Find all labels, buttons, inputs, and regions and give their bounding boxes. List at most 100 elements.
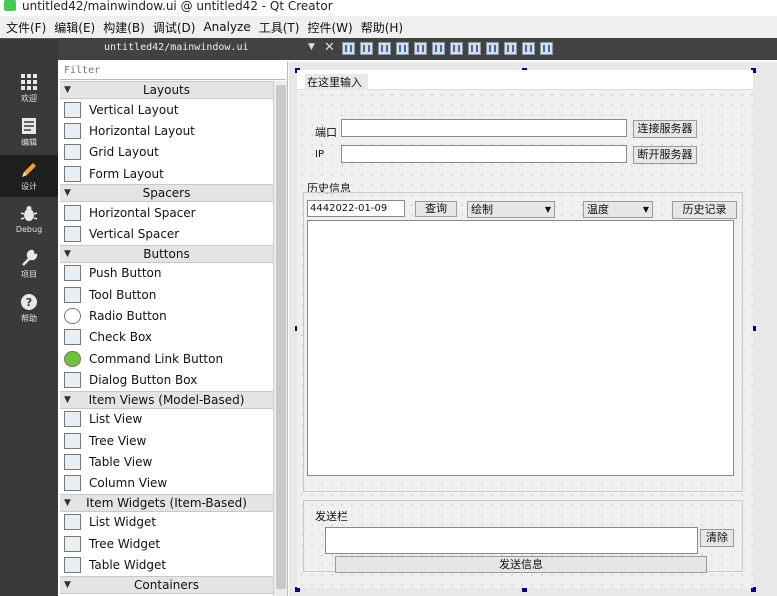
widget-label: Dialog Button Box — [89, 372, 198, 387]
wrench-icon — [22, 249, 38, 266]
mode-edit[interactable]: 编辑 — [0, 111, 58, 153]
layout-h-splitter-icon[interactable] — [450, 42, 463, 55]
menu-build[interactable]: 构建(B) — [101, 19, 151, 36]
menu-analyze[interactable]: Analyze — [201, 20, 256, 34]
menu-edit[interactable]: 编辑(E) — [52, 19, 101, 36]
mode-help-label: 帮助 — [21, 314, 37, 323]
mode-design[interactable]: 设计 — [0, 155, 58, 197]
widget-label: Push Button — [89, 266, 162, 281]
menu-file[interactable]: 文件(F) — [4, 19, 52, 36]
widget-table-widget[interactable]: Table Widget — [60, 554, 273, 575]
widget-list-view[interactable]: List View — [60, 409, 273, 430]
send-text-input[interactable] — [325, 527, 698, 554]
chevron-down-icon: ▼ — [642, 205, 649, 214]
close-icon[interactable]: ✕ — [324, 40, 335, 55]
widget-label: Column View — [89, 476, 168, 491]
menu-tools[interactable]: 工具(T) — [257, 19, 306, 36]
ip-input[interactable] — [341, 145, 627, 163]
menu-widgets[interactable]: 控件(W) — [305, 19, 358, 36]
send-group-title: 发送栏 — [315, 510, 348, 523]
widget-check-box[interactable]: Check Box — [60, 327, 273, 348]
plot-combo-box[interactable]: 绘制 ▼ — [467, 201, 555, 218]
widget-list: ▼ Layouts Vertical Layout Horizontal Layo… — [60, 81, 273, 594]
widget-radio-button[interactable]: Radio Button — [60, 305, 273, 326]
connect-server-button[interactable]: 连接服务器 — [633, 120, 697, 138]
widget-vertical-spacer[interactable]: Vertical Spacer — [60, 223, 273, 244]
grid-icon — [21, 74, 37, 90]
mode-debug[interactable]: Debug — [0, 199, 58, 241]
widget-column-view[interactable]: Column View — [60, 472, 273, 493]
widget-label: List Widget — [89, 515, 157, 530]
history-record-button[interactable]: 历史记录 — [672, 201, 737, 219]
menu-type-here[interactable]: 在这里输入 — [305, 74, 368, 90]
widget-list-widget[interactable]: List Widget — [60, 512, 273, 533]
widget-tool-button[interactable]: Tool Button — [60, 284, 273, 305]
widget-vertical-layout[interactable]: Vertical Layout — [60, 99, 273, 120]
widget-label: Check Box — [89, 330, 153, 345]
layout-form-icon[interactable] — [486, 42, 499, 55]
widget-push-button[interactable]: Push Button — [60, 263, 273, 284]
widget-box-scrollbar[interactable] — [273, 81, 287, 596]
widget-label: Tool Button — [89, 287, 157, 302]
widget-label: Vertical Spacer — [89, 227, 180, 242]
disconnect-server-button[interactable]: 断开服务器 — [633, 146, 697, 164]
widget-label: Vertical Layout — [89, 102, 179, 117]
plot-area[interactable] — [307, 220, 734, 476]
collapse-arrow-icon: ▼ — [64, 579, 71, 590]
edit-signals-icon[interactable] — [360, 42, 373, 55]
menu-debug[interactable]: 调试(D) — [151, 19, 202, 36]
widget-label: Table View — [89, 454, 153, 469]
widget-label: Command Link Button — [89, 351, 224, 366]
collapse-arrow-icon: ▼ — [64, 85, 71, 95]
category-buttons[interactable]: ▼ Buttons — [60, 244, 273, 263]
widget-grid-layout[interactable]: Grid Layout — [60, 142, 273, 163]
tree-widget-icon — [64, 535, 81, 552]
temperature-combo-value: 温度 — [587, 203, 609, 216]
mode-projects[interactable]: 项目 — [0, 243, 58, 285]
widget-label: Form Layout — [89, 166, 164, 181]
menu-help[interactable]: 帮助(H) — [359, 19, 409, 36]
date-edit[interactable]: 4442022-01-09 — [307, 200, 405, 217]
widget-table-view[interactable]: Table View — [60, 451, 273, 472]
collapse-arrow-icon: ▼ — [64, 188, 71, 199]
edit-widgets-icon[interactable] — [342, 42, 355, 55]
edit-buddies-icon[interactable] — [378, 42, 391, 55]
query-button[interactable]: 查询 — [415, 201, 457, 217]
chevron-down-icon[interactable]: ▼ — [308, 42, 315, 52]
document-selector[interactable]: untitled42/mainwindow.ui — [104, 42, 249, 53]
window-title-bar: untitled42/mainwindow.ui @ untitled42 - … — [0, 0, 777, 14]
category-item-widgets[interactable]: ▼ Item Widgets (Item-Based) — [60, 493, 273, 512]
list-widget-icon — [64, 514, 81, 531]
widget-form-layout[interactable]: Form Layout — [60, 163, 273, 184]
port-input[interactable] — [341, 119, 627, 137]
collapse-arrow-icon: ▼ — [64, 497, 71, 508]
layout-grid-icon[interactable] — [504, 42, 517, 55]
widget-filter-input[interactable]: Filter — [60, 62, 286, 80]
mode-help[interactable]: ? 帮助 — [0, 287, 58, 329]
category-containers[interactable]: ▼ Containers — [60, 575, 273, 594]
widget-command-link-button[interactable]: Command Link Button — [60, 348, 273, 369]
widget-tree-view[interactable]: Tree View — [60, 430, 273, 451]
layout-v-splitter-icon[interactable] — [468, 42, 481, 55]
design-canvas: 在这里输入 端口 连接服务器 IP 断开服务器 历史信息 4442022-01-… — [289, 62, 777, 596]
temperature-combo-box[interactable]: 温度 ▼ — [583, 201, 653, 218]
table-view-icon — [64, 453, 81, 470]
widget-tree-widget[interactable]: Tree Widget — [60, 533, 273, 554]
edit-tab-order-icon[interactable] — [396, 42, 409, 55]
send-message-button[interactable]: 发送信息 — [335, 556, 707, 573]
widget-horizontal-layout[interactable]: Horizontal Layout — [60, 120, 273, 141]
widget-dialog-button-box[interactable]: Dialog Button Box — [60, 369, 273, 390]
layout-horizontal-icon[interactable] — [414, 42, 427, 55]
category-layouts[interactable]: ▼ Layouts — [60, 81, 273, 99]
mode-welcome-label: 欢迎 — [21, 94, 37, 103]
clear-button[interactable]: 清除 — [700, 529, 734, 547]
category-item-views[interactable]: ▼ Item Views (Model-Based) — [60, 390, 273, 409]
category-spacers[interactable]: ▼ Spacers — [60, 184, 273, 203]
column-view-icon — [64, 475, 81, 492]
scrollbar-thumb[interactable] — [276, 85, 286, 589]
widget-horizontal-spacer[interactable]: Horizontal Spacer — [60, 202, 273, 223]
adjust-size-icon[interactable] — [540, 42, 553, 55]
mode-welcome[interactable]: 欢迎 — [0, 67, 58, 109]
break-layout-icon[interactable] — [522, 42, 535, 55]
layout-vertical-icon[interactable] — [432, 42, 445, 55]
